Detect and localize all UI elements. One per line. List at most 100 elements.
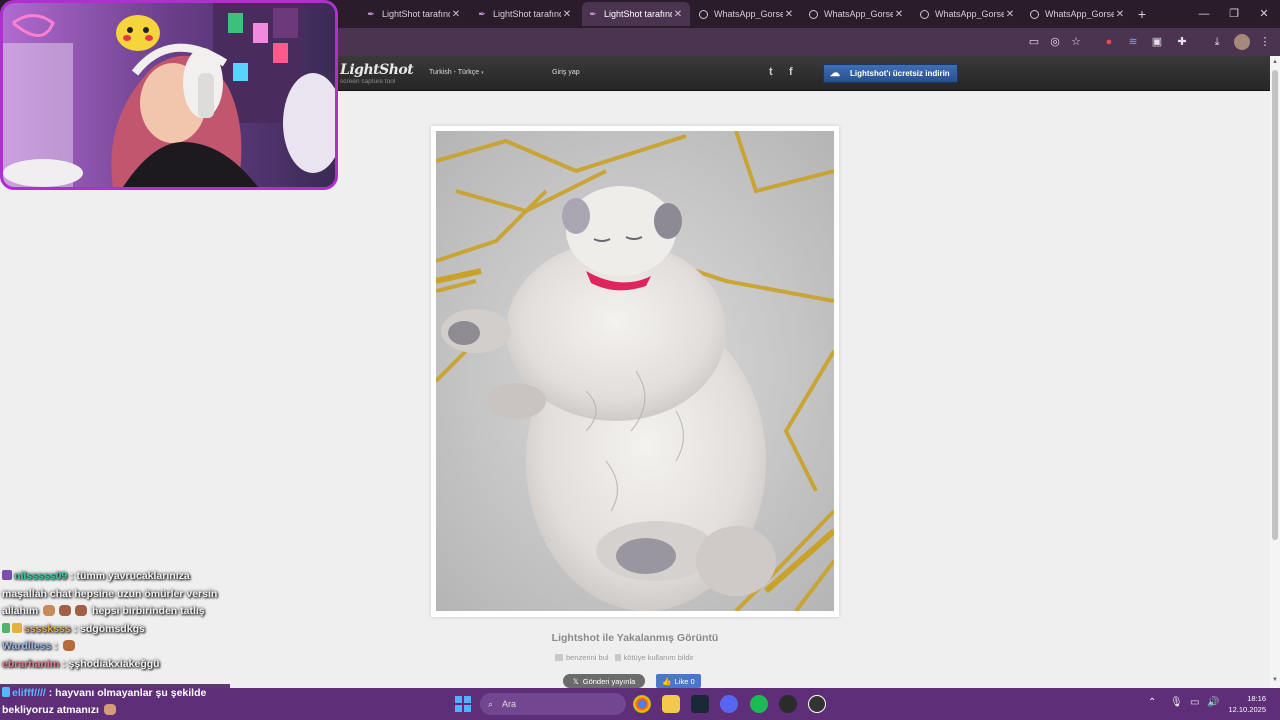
media-player-icon[interactable] bbox=[808, 695, 826, 713]
new-tab-button[interactable]: + bbox=[1128, 5, 1156, 23]
download-lightshot-button[interactable]: ☁ Lightshot'ı ücretsiz indirin bbox=[823, 64, 958, 83]
badge-icon bbox=[2, 622, 10, 633]
language-select[interactable]: Turkish - Türkçe ▾ bbox=[429, 69, 484, 76]
caption-links: benzerini bul kötüye kullanım bildir bbox=[555, 653, 694, 662]
monkey-emote-icon bbox=[75, 605, 88, 616]
tab-close-icon[interactable]: ✕ bbox=[893, 9, 905, 20]
windows-start-icon[interactable] bbox=[455, 696, 471, 712]
stream-chat: nilsssss09 : tümm yavrucaklarınıza maşal… bbox=[2, 568, 232, 673]
scrollbar[interactable]: ▲ ▼ bbox=[1270, 56, 1280, 688]
tweet-button[interactable]: 𝕏 Gönderi yayınla bbox=[563, 674, 645, 688]
network-icon[interactable]: ▭ bbox=[1190, 697, 1199, 708]
eye-off-icon[interactable]: ◎ bbox=[1047, 34, 1063, 50]
chat-text: : şşhodiakxiakeğgü bbox=[62, 657, 160, 670]
tab-whatsapp-1[interactable]: WhatsApp_Gorsel ✕ bbox=[693, 2, 801, 26]
download-label: Lightshot'ı ücretsiz indirin bbox=[850, 69, 950, 78]
chrome-icon[interactable] bbox=[633, 695, 651, 713]
chat-username: Wardlless bbox=[2, 640, 52, 652]
like-label: Like 0 bbox=[674, 676, 695, 686]
chevron-up-icon[interactable]: ⌃ bbox=[1148, 697, 1156, 708]
close-window-icon[interactable]: ✕ bbox=[1250, 5, 1278, 23]
report-abuse-link[interactable]: kötüye kullanım bildir bbox=[614, 653, 694, 662]
search-placeholder: Ara bbox=[502, 699, 517, 709]
tab-lightshot-1[interactable]: ✒ LightShot tarafından ✕ bbox=[360, 2, 468, 26]
chat-message: nilsssss09 : tümm yavrucaklarınıza maşal… bbox=[2, 568, 232, 621]
facebook-icon[interactable]: f bbox=[789, 66, 793, 78]
minimize-icon[interactable]: — bbox=[1190, 5, 1218, 23]
tweet-label: Gönderi yayınla bbox=[582, 676, 636, 686]
download-icon[interactable]: ⤓ bbox=[1209, 34, 1225, 50]
tab-title: WhatsApp_Gorsel bbox=[935, 9, 1004, 19]
restore-icon[interactable]: ❐ bbox=[1220, 5, 1248, 23]
chat-username: nilsssss09 bbox=[14, 570, 68, 582]
taskbar-clock[interactable]: 18:16 12.10.2025 bbox=[1220, 693, 1266, 715]
chat-username: elifff//// bbox=[12, 687, 46, 699]
scroll-thumb[interactable] bbox=[1272, 70, 1278, 540]
extensions-icon[interactable]: ✚ bbox=[1174, 34, 1190, 50]
tab-title: WhatsApp_Gorsel bbox=[714, 9, 783, 19]
tab-close-icon[interactable]: ✕ bbox=[1114, 9, 1126, 20]
chat-text: : bbox=[54, 640, 58, 652]
steam-icon[interactable] bbox=[691, 695, 709, 713]
bear-emote-icon bbox=[62, 640, 75, 651]
tab-whatsapp-2[interactable]: WhatsApp_Gorsel ✕ bbox=[803, 2, 911, 26]
volume-icon[interactable]: 🔊 bbox=[1207, 697, 1219, 708]
chat-username: ebrarhanim bbox=[2, 657, 60, 670]
cast-icon[interactable]: ▭ bbox=[1026, 34, 1042, 50]
obs-icon[interactable] bbox=[779, 695, 797, 713]
chat-message: ebrarhanim : şşhodiakxiakeğgü bbox=[2, 656, 232, 674]
screenshot-frame bbox=[431, 126, 839, 617]
spotify-icon[interactable] bbox=[750, 695, 768, 713]
tab-title: LightShot tarafından bbox=[493, 9, 561, 19]
chat-message-highlighted: elifff//// : hayvanı olmayanlar şu şekil… bbox=[2, 685, 230, 719]
cat-photo[interactable] bbox=[436, 131, 834, 611]
scroll-down-icon[interactable]: ▼ bbox=[1271, 677, 1279, 683]
microphone-icon[interactable]: 🎙 bbox=[1170, 697, 1183, 708]
search-icon: ⌕ bbox=[488, 698, 494, 709]
find-similar-label: benzerini bul bbox=[566, 653, 609, 662]
image-icon bbox=[555, 654, 563, 661]
tab-close-icon[interactable]: ✕ bbox=[561, 9, 573, 20]
login-link[interactable]: Giriş yap bbox=[552, 69, 580, 76]
puzzle-extension-icon[interactable]: ▣ bbox=[1149, 34, 1165, 50]
badge-icon bbox=[12, 622, 22, 633]
tab-close-icon[interactable]: ✕ bbox=[450, 9, 462, 20]
star-icon[interactable]: ☆ bbox=[1068, 34, 1084, 50]
tab-whatsapp-4[interactable]: WhatsApp_Gorsel ✕ bbox=[1024, 2, 1132, 26]
feather-icon: ✒ bbox=[367, 8, 375, 19]
globe-icon bbox=[809, 9, 818, 19]
feather-icon: ✒ bbox=[589, 8, 597, 19]
chat-message: Wardlless : bbox=[2, 638, 232, 656]
opera-extension-icon[interactable]: ● bbox=[1101, 34, 1117, 50]
tab-whatsapp-3[interactable]: WhatsApp_Gorsel ✕ bbox=[914, 2, 1022, 26]
find-similar-link[interactable]: benzerini bul bbox=[555, 653, 609, 662]
clock-time: 18:16 bbox=[1247, 694, 1266, 703]
tab-close-icon[interactable]: ✕ bbox=[783, 9, 795, 20]
sound-extension-icon[interactable]: ≋ bbox=[1125, 34, 1141, 50]
chat-text-tail: hepsi birbirinden tatlış bbox=[92, 605, 205, 617]
profile-avatar[interactable] bbox=[1234, 34, 1250, 50]
tab-lightshot-2[interactable]: ✒ LightShot tarafından ✕ bbox=[471, 2, 579, 26]
menu-icon[interactable]: ⋮ bbox=[1257, 34, 1273, 50]
tab-title: LightShot tarafından bbox=[604, 9, 672, 19]
facebook-like-button[interactable]: 👍 Like 0 bbox=[656, 674, 701, 688]
scroll-up-icon[interactable]: ▲ bbox=[1271, 59, 1279, 65]
discord-icon[interactable] bbox=[720, 695, 738, 713]
tab-close-icon[interactable]: ✕ bbox=[672, 9, 684, 20]
tab-lightshot-active[interactable]: ✒ LightShot tarafından ✕ bbox=[582, 2, 690, 26]
badge-icon bbox=[2, 687, 10, 697]
twitter-icon[interactable]: t bbox=[769, 66, 773, 78]
thumbs-up-icon: 👍 bbox=[662, 676, 672, 686]
tab-close-icon[interactable]: ✕ bbox=[1004, 9, 1016, 20]
tab-title: WhatsApp_Gorsel bbox=[1045, 9, 1114, 19]
chat-text: : sdgömsdkgs bbox=[73, 622, 145, 635]
monkey-emote-icon bbox=[59, 605, 72, 616]
lightshot-logo[interactable]: LightShot bbox=[340, 62, 414, 78]
webcam-overlay bbox=[0, 0, 338, 190]
taskbar-search[interactable]: ⌕ Ara bbox=[480, 693, 626, 715]
globe-icon bbox=[1030, 9, 1039, 19]
file-explorer-icon[interactable] bbox=[662, 695, 680, 713]
feather-icon: ✒ bbox=[478, 8, 486, 19]
globe-icon bbox=[699, 9, 708, 19]
clock-date: 12.10.2025 bbox=[1228, 705, 1266, 714]
